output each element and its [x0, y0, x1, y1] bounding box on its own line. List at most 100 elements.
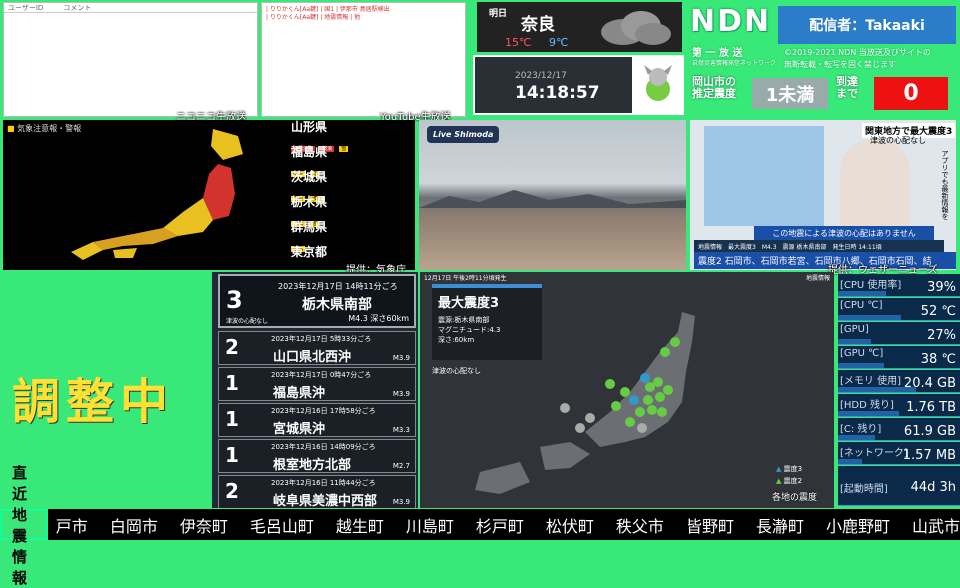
quake-place: 福島県沖 — [273, 386, 326, 401]
news-side-app: アプリでも最新情報を — [941, 150, 949, 220]
news-banner: この地震による津波の心配はありません — [754, 226, 934, 241]
ticker-item: 長瀞町 — [755, 516, 804, 536]
weather-city: 奈良 — [521, 15, 555, 35]
mountain-silhouette — [419, 190, 686, 208]
stat-label: [HDD 残り] — [840, 400, 894, 411]
ndn-subtitle: 第 一 放 送 — [692, 48, 743, 59]
quake-magnitude: M3.9 — [392, 498, 410, 506]
legend-shindo2: ▲ 震度2 — [776, 476, 802, 486]
stat-value: 39% — [927, 280, 956, 295]
ticker-item: 秩父市 — [615, 516, 664, 536]
stat-bar — [838, 315, 902, 320]
stat-value: 52 ℃ — [920, 304, 956, 319]
quake-tsunami: 津波の心配なし — [226, 318, 269, 325]
news-panel: 関東地方で最大震度3 津波の心配なし アプリでも最新情報を この地震による津波の… — [690, 120, 956, 270]
ticker-item: 越生町 — [335, 516, 384, 536]
pref-item: 山形県 強風注意 波浪 雪 — [291, 120, 411, 152]
ticker-item: 伊奈町 — [179, 516, 228, 536]
legend-shindo3-marker: ▲ — [776, 465, 784, 473]
stat-row: [CPU 使用率] 39% — [838, 274, 960, 297]
youtube-comment-panel: | りりかくん[Aa鍵] | 国1 | 伊那市 鳥居駅検出 | りりかくん[Aa… — [261, 2, 466, 117]
quake-item[interactable]: 2 2023年12月16日 11時44分ごろ 岐阜県美濃中西部 M3.9 — [218, 475, 416, 508]
weather-panel: 明日 奈良 15℃ 9℃ — [477, 2, 682, 52]
clock-time: 14:18:57 — [515, 83, 600, 103]
quake-intensity: 3 — [226, 286, 243, 314]
arrival-label: 到達 まで — [836, 76, 858, 100]
pref-name: 東京都 — [291, 245, 328, 259]
stat-label: [起動時間] — [840, 484, 888, 495]
stat-value: 1.57 MB — [902, 448, 956, 463]
quake-magnitude: M2.7 — [392, 462, 410, 470]
pref-name: 福島県 — [291, 145, 328, 159]
quake-item[interactable]: 1 2023年12月16日 17時58分ごろ 宮城県沖 M3.3 — [218, 403, 416, 437]
ticker-item: 戸市 — [55, 516, 88, 536]
stat-label: [C: 残り] — [840, 424, 882, 435]
clock-panel: 2023/12/17 14:18:57 — [473, 55, 634, 115]
ticker-item: 白岡市 — [109, 516, 158, 536]
stat-row: [GPU ℃] 38 ℃ — [838, 346, 960, 369]
legend-shindo3: ▲ 震度3 — [776, 464, 802, 474]
quake-list-panel: 3 2023年12月17日 14時11分ごろ 栃木県南部 津波の心配なし M4.… — [212, 272, 418, 508]
quake-item[interactable]: 2 2023年12月17日 5時33分ごろ 山口県北西沖 M3.9 — [218, 331, 416, 365]
weather-label: 明日 — [489, 9, 508, 19]
cloud-icon — [601, 11, 671, 45]
quake-tsunami-note: 津波の心配なし — [432, 367, 481, 375]
quake-intensity: 1 — [225, 371, 239, 395]
depth-label: 深さ:60km — [438, 336, 475, 344]
latest-quake-item[interactable]: 3 2023年12月17日 14時11分ごろ 栃木県南部 津波の心配なし M4.… — [218, 274, 416, 328]
mascot-icon — [644, 65, 672, 101]
quake-place: 宮城県沖 — [273, 422, 326, 437]
arrival-countdown: 0 — [874, 77, 948, 110]
quake-map-footer: 各地の震度 — [772, 493, 818, 503]
quake-place: 山口県北西沖 — [273, 350, 352, 365]
stat-value: 61.9 GB — [903, 424, 956, 439]
ticker-item: 杉戸町 — [475, 516, 524, 536]
legend-shindo2-text: 震度2 — [783, 477, 803, 485]
news-subheader: 津波の心配なし — [870, 136, 926, 145]
stat-bar — [838, 291, 886, 296]
quake-intensity: 1 — [225, 407, 239, 431]
pref-item: 福島県 風雪 雪 — [291, 143, 411, 177]
quake-place: 岐阜県美濃中西部 — [273, 494, 378, 508]
arrival-value: 0 — [903, 81, 919, 106]
stat-label: [CPU ℃] — [840, 300, 883, 311]
stat-label: [メモリ 使用] — [840, 376, 901, 387]
pref-name: 群馬県 — [291, 220, 328, 234]
ticker-label: 直近地震情報 — [0, 464, 48, 587]
warning-badge: 雪 — [339, 146, 349, 152]
pref-name: 茨城県 — [291, 170, 328, 184]
max-intensity-label: 最大震度3 — [438, 296, 500, 311]
arrival-line2: まで — [836, 87, 858, 100]
quake-item[interactable]: 1 2023年12月17日 0時47分ごろ 福島県沖 M3.9 — [218, 367, 416, 401]
stat-row: [ネットワーク] 1.57 MB — [838, 442, 960, 465]
stat-label: [CPU 使用率] — [840, 280, 902, 291]
quake-place: 栃木県南部 — [302, 297, 372, 313]
quake-magnitude: M3.3 — [392, 426, 410, 434]
quake-date: 2023年12月16日 17時58分ごろ — [271, 407, 376, 415]
adjusting-text: 調整中 — [12, 374, 175, 430]
ticker-item: 山武市 — [911, 516, 960, 536]
stat-row: [GPU] 27% — [838, 322, 960, 345]
ticker-items: 戸市 白岡市 伊奈町 毛呂山町 越生町 川島町 杉戸町 松伏町 秩父市 皆野町 … — [56, 513, 960, 537]
stat-label: [ネットワーク] — [840, 448, 908, 459]
stat-bar — [838, 435, 875, 440]
estimated-intensity-value: 1未満 — [752, 78, 828, 109]
stat-value: 44d 3h — [910, 480, 956, 495]
quake-date: 2023年12月17日 5時33分ごろ — [271, 335, 372, 343]
ticker-item: 松伏町 — [545, 516, 594, 536]
live-cam-logo: Live Shimoda — [427, 126, 500, 143]
quake-item[interactable]: 1 2023年12月16日 14時09分ごろ 根室地方北部 M2.7 — [218, 439, 416, 473]
comment-line: | りりかくん[Aa鍵] | 国1 | 伊那市 鳥居駅検出 — [266, 6, 390, 13]
pref-name: 山形県 — [291, 120, 328, 134]
earthquake-ticker: 直近地震情報 戸市 白岡市 伊奈町 毛呂山町 越生町 川島町 杉戸町 松伏町 秩… — [0, 464, 960, 587]
quake-magnitude: M4.3 深さ60km — [348, 314, 409, 323]
ticker-item: 毛呂山町 — [249, 516, 314, 536]
mascot-panel — [634, 55, 684, 115]
pref-item: 群馬県 強風 — [291, 218, 411, 252]
comment-header: ユーザーID コメント — [4, 3, 257, 13]
warning-map-panel: ■ 気象注意報・警報 山形県 強風注意 波浪 雪 福島県 風雪 雪 茨城県 強風… — [3, 120, 415, 270]
ndn-subtitle-2: 自然災害情報発信ネットワーク — [692, 60, 777, 67]
stat-bar — [838, 411, 899, 416]
broadcaster-box: 配信者：Takaaki — [778, 6, 956, 44]
stat-row: [CPU ℃] 52 ℃ — [838, 298, 960, 321]
